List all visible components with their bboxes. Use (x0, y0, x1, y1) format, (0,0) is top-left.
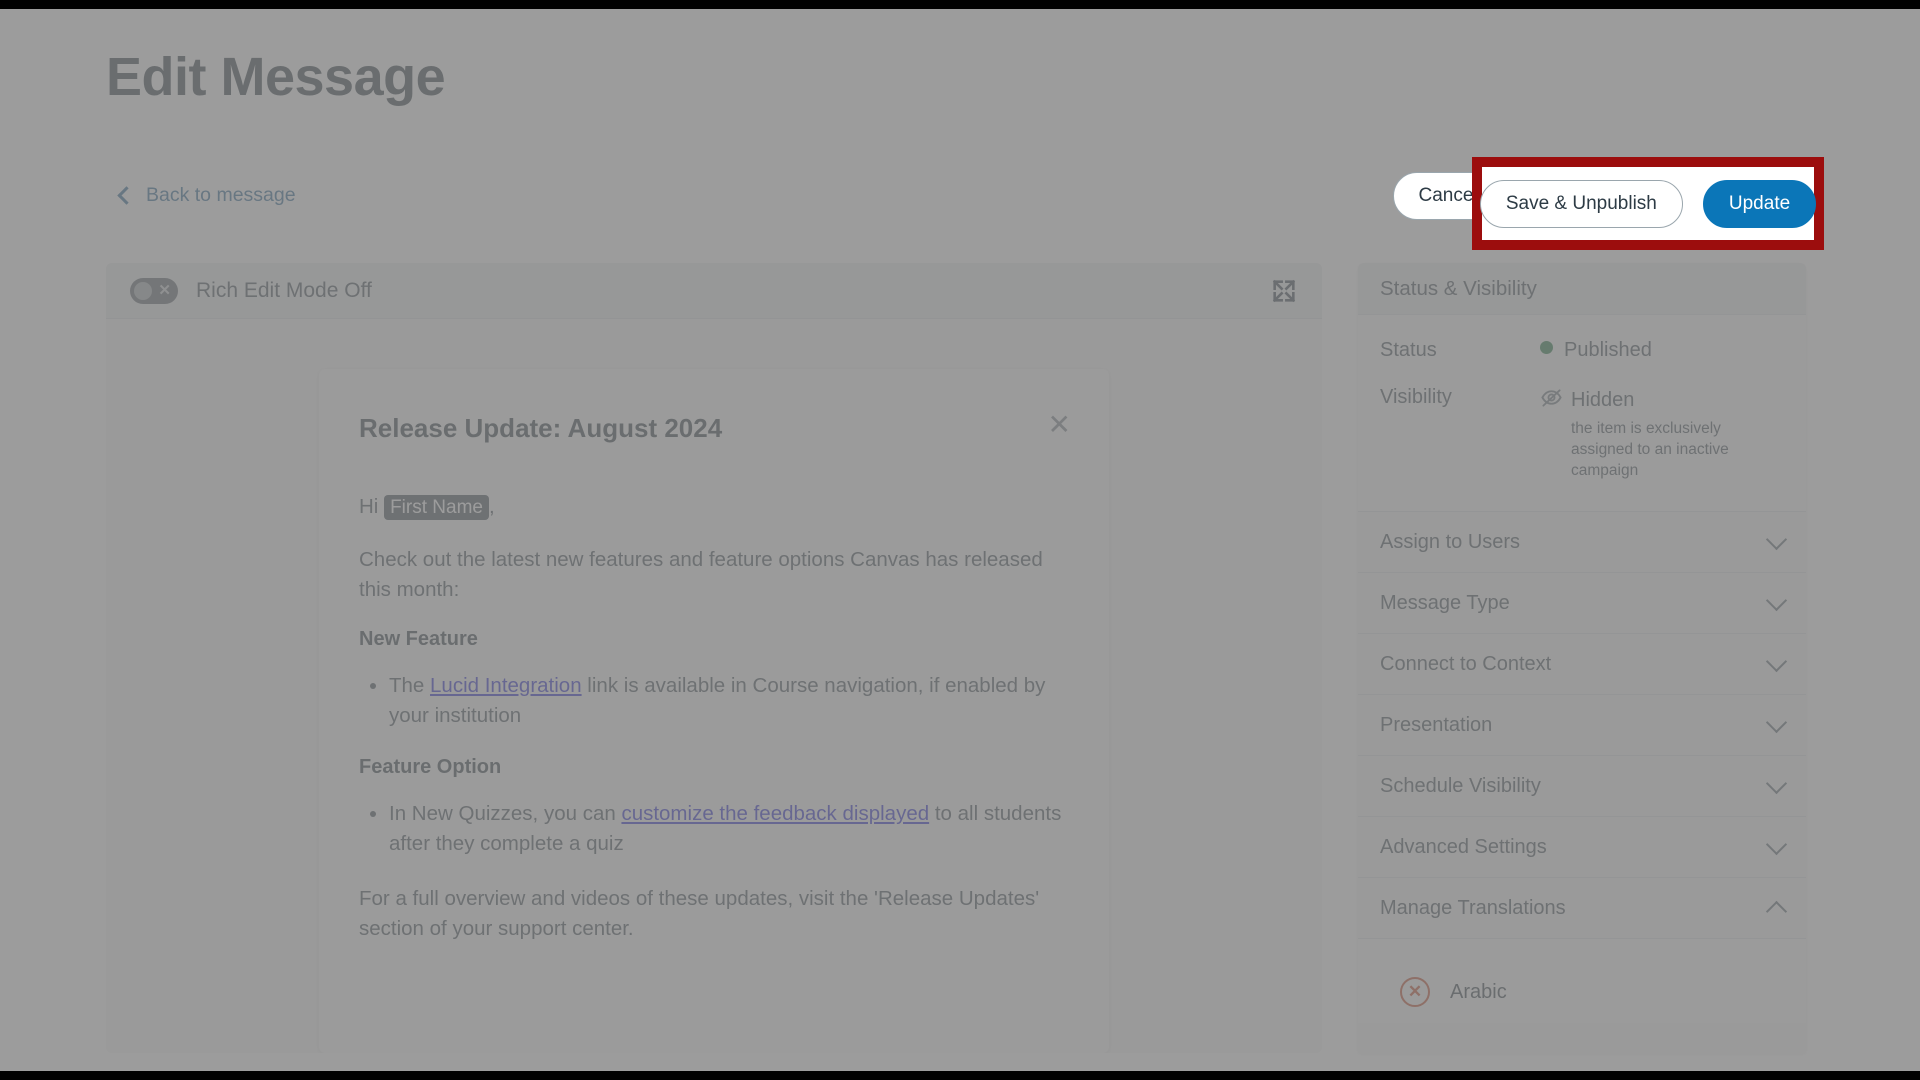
section-heading-feature-option: Feature Option (359, 755, 502, 778)
customize-feedback-link[interactable]: customize the feedback displayed (621, 802, 929, 825)
chevron-down-icon[interactable] (1765, 711, 1788, 733)
message-intro: Check out the latest new features and fe… (359, 547, 1043, 602)
close-icon[interactable]: ✕ (1048, 411, 1071, 439)
accordion-item[interactable]: Presentation (1358, 695, 1806, 757)
back-to-message-link[interactable]: Back to message (117, 184, 296, 207)
chevron-down-icon[interactable] (1765, 772, 1788, 794)
bullet-1-before: The (389, 673, 431, 697)
letterbox-bottom (0, 1071, 1920, 1080)
visibility-value-line: Hidden (1540, 386, 1781, 415)
expand-fullscreen-icon[interactable] (1270, 277, 1298, 305)
back-to-message-label: Back to message (146, 184, 296, 206)
visibility-label: Visibility (1380, 386, 1452, 408)
accordion-item-label: Assign to Users (1380, 530, 1521, 553)
chevron-left-icon (117, 185, 136, 205)
visibility-value-wrap: Hidden the item is exclusively assigned … (1540, 386, 1781, 481)
settings-accordion: Assign to Users Message Type Connect to Co… (1358, 512, 1806, 940)
toggle-knob (134, 281, 152, 300)
status-badge: Published (1564, 339, 1652, 361)
eye-off-icon (1540, 386, 1563, 415)
editor-body: ✕ Release Update: August 2024 Hi First N… (106, 319, 1322, 1053)
visibility-badge: Hidden (1571, 389, 1635, 411)
accordion-item[interactable]: Advanced Settings (1358, 817, 1806, 879)
chevron-down-icon[interactable] (1765, 650, 1788, 672)
x-circle-icon[interactable]: ✕ (1400, 977, 1430, 1008)
chevron-up-icon[interactable] (1765, 900, 1788, 922)
visibility-row: Visibility Hidden the item is exclusivel… (1380, 386, 1784, 481)
visibility-note: the item is exclusively assigned to an i… (1571, 420, 1729, 479)
app-page: Edit Message Back to message Cancel Save… (0, 0, 1920, 1080)
toggle-x-glyph: ✕ (158, 281, 171, 299)
accordion-item-label: Connect to Context (1380, 652, 1552, 675)
chevron-down-icon[interactable] (1765, 589, 1788, 611)
status-value-wrap: Published (1540, 339, 1652, 362)
translation-language-label: Arabic (1450, 980, 1507, 1003)
editor-toolbar: ✕ Rich Edit Mode Off (106, 263, 1322, 319)
status-visibility-header: Status & Visibility (1358, 263, 1806, 315)
greeting-prefix: Hi (359, 495, 385, 518)
letterbox-top (0, 0, 1920, 9)
accordion-item[interactable]: Manage Translations (1358, 878, 1806, 940)
accordion-item-label: Manage Translations (1380, 896, 1566, 919)
message-title: Release Update: August 2024 (359, 413, 723, 443)
status-label: Status (1380, 339, 1437, 361)
accordion-item-label: Advanced Settings (1380, 835, 1547, 858)
chevron-down-icon[interactable] (1765, 833, 1788, 855)
translations-body: ✕ Arabic (1358, 939, 1806, 1024)
accordion-item[interactable]: Message Type (1358, 573, 1806, 635)
bullet-2-before: In New Quizzes, you can (389, 801, 622, 825)
highlight-callout: Save & Unpublish Update (1472, 157, 1824, 250)
message-editor-panel: ✕ Rich Edit Mode Off ✕ Release Update: A… (106, 263, 1322, 1053)
message-preview-card: ✕ Release Update: August 2024 Hi First N… (319, 369, 1109, 1053)
merge-token-first-name: First Name (384, 495, 489, 520)
translation-row[interactable]: ✕ Arabic (1380, 961, 1784, 1024)
save-and-unpublish-button[interactable]: Save & Unpublish (1479, 179, 1683, 228)
new-feature-list: The Lucid Integration link is available … (389, 671, 1069, 732)
accordion-item-label: Schedule Visibility (1380, 774, 1541, 797)
section-heading-new-feature: New Feature (359, 627, 478, 650)
rich-edit-mode-label: Rich Edit Mode Off (196, 278, 372, 302)
list-item: The Lucid Integration link is available … (389, 671, 1069, 732)
update-button[interactable]: Update (1702, 179, 1817, 228)
lucid-integration-link[interactable]: Lucid Integration (430, 674, 582, 697)
settings-sidebar: Status & Visibility Status Published Vis… (1358, 263, 1806, 1053)
accordion-item-label: Presentation (1380, 713, 1493, 736)
feature-option-list: In New Quizzes, you can customize the fe… (389, 799, 1069, 860)
message-greeting: Hi First Name, (359, 492, 1069, 523)
toggle-off-icon[interactable]: ✕ (130, 277, 178, 304)
list-item: In New Quizzes, you can customize the fe… (389, 799, 1069, 860)
page-title: Edit Message (106, 47, 446, 107)
accordion-item[interactable]: Connect to Context (1358, 634, 1806, 696)
accordion-item-label: Message Type (1380, 591, 1510, 614)
status-dot-icon (1540, 341, 1553, 354)
status-visibility-block: Status Published Visibility Hidden the i… (1358, 315, 1806, 513)
status-row: Status Published (1380, 339, 1784, 362)
message-closing: For a full overview and videos of these … (359, 886, 1040, 941)
chevron-down-icon[interactable] (1765, 528, 1788, 550)
accordion-item[interactable]: Schedule Visibility (1358, 756, 1806, 818)
greeting-suffix: , (488, 495, 495, 518)
accordion-item[interactable]: Assign to Users (1358, 512, 1806, 574)
